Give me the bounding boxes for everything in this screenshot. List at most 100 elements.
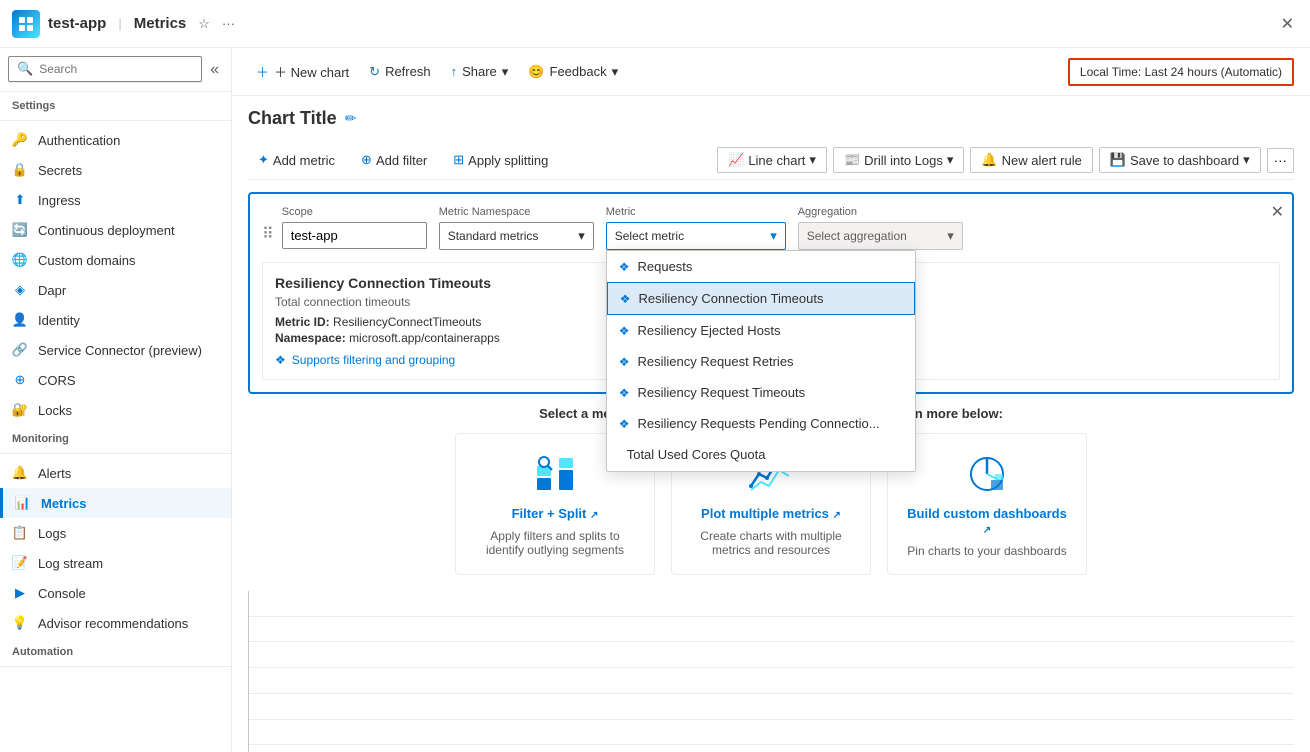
metric-option-resiliency-connection[interactable]: ❖ Resiliency Connection Timeouts <box>607 282 915 315</box>
sidebar-item-console[interactable]: ▶ Console <box>0 578 231 608</box>
sidebar-label-dapr: Dapr <box>38 283 66 298</box>
feedback-icon: 😊 <box>528 64 544 80</box>
dapr-icon: ◈ <box>12 282 28 298</box>
title-more-icon[interactable]: ··· <box>222 16 235 31</box>
edit-chart-title-icon[interactable]: ✏ <box>345 110 357 127</box>
add-metric-button[interactable]: ✦ Add metric <box>248 148 345 172</box>
sidebar-item-service-connector[interactable]: 🔗 Service Connector (preview) <box>0 335 231 365</box>
sidebar-item-custom-domains[interactable]: 🌐 Custom domains <box>0 245 231 275</box>
sidebar-item-log-stream[interactable]: 📝 Log stream <box>0 548 231 578</box>
aggregation-chevron-icon: ▾ <box>947 228 954 244</box>
namespace-label: Metric Namespace <box>439 206 594 218</box>
metric-selector-container: ⠿ Scope Metric Namespace Standard metric… <box>248 192 1294 394</box>
sidebar-label-ingress: Ingress <box>38 193 81 208</box>
chart-type-button[interactable]: 📈 Line chart ▾ <box>717 147 827 173</box>
metrics-icon: 📊 <box>15 495 31 511</box>
refresh-icon: ↻ <box>369 64 380 80</box>
sidebar-label-authentication: Authentication <box>38 133 120 148</box>
metric-opt-icon-2: ❖ <box>619 324 630 338</box>
alert-rule-icon: 🔔 <box>981 152 997 168</box>
metric-option-request-timeouts[interactable]: ❖ Resiliency Request Timeouts <box>607 377 915 408</box>
add-filter-icon: ⊕ <box>361 152 372 168</box>
add-filter-button[interactable]: ⊕ Add filter <box>351 148 437 172</box>
metric-option-ejected-hosts[interactable]: ❖ Resiliency Ejected Hosts <box>607 315 915 346</box>
search-input[interactable] <box>39 62 193 76</box>
logs-icon: 📋 <box>12 525 28 541</box>
custom-dashboards-title[interactable]: Build custom dashboards ↗ <box>904 506 1070 536</box>
filter-split-title[interactable]: Filter + Split ↗ <box>512 506 599 521</box>
metric-option-pending-connection[interactable]: ❖ Resiliency Requests Pending Connectio.… <box>607 408 915 439</box>
sidebar-item-metrics[interactable]: 📊 Metrics <box>0 488 231 518</box>
custom-dashboards-visual <box>963 450 1011 498</box>
drill-into-logs-button[interactable]: 📰 Drill into Logs ▾ <box>833 147 964 173</box>
sidebar-item-secrets[interactable]: 🔒 Secrets <box>0 155 231 185</box>
scope-input[interactable] <box>282 222 427 249</box>
sidebar-item-authentication[interactable]: 🔑 Authentication <box>0 125 231 155</box>
refresh-button[interactable]: ↻ Refresh <box>361 59 438 85</box>
save-icon: 💾 <box>1110 152 1126 168</box>
identity-icon: 👤 <box>12 312 28 328</box>
metric-dropdown-scroll[interactable]: ❖ Requests ❖ Resiliency Connection Timeo… <box>607 251 915 471</box>
search-icon: 🔍 <box>17 61 33 77</box>
multiple-metrics-title[interactable]: Plot multiple metrics ↗ <box>701 506 841 521</box>
metric-option-total-cores[interactable]: Total Used Cores Quota <box>607 439 915 470</box>
close-metric-row-button[interactable]: ✕ <box>1271 202 1284 222</box>
sidebar-item-ingress[interactable]: ⬆ Ingress <box>0 185 231 215</box>
time-range-button[interactable]: Local Time: Last 24 hours (Automatic) <box>1068 58 1294 86</box>
search-box[interactable]: 🔍 <box>8 56 202 82</box>
metric-option-used-cores[interactable]: ❖ Used Cores Quota <box>607 470 915 471</box>
title-star-icon[interactable]: ☆ <box>198 16 210 32</box>
new-chart-button[interactable]: ＋ ＋ New chart <box>248 57 357 86</box>
more-options-button[interactable]: ··· <box>1267 148 1294 173</box>
sidebar-label-service-connector: Service Connector (preview) <box>38 343 202 358</box>
sidebar-label-custom-domains: Custom domains <box>38 253 136 268</box>
sidebar-label-advisor: Advisor recommendations <box>38 616 188 631</box>
metric-dropdown-trigger[interactable]: Select metric ▾ <box>606 222 786 250</box>
metric-option-request-retries[interactable]: ❖ Resiliency Request Retries <box>607 346 915 377</box>
domains-icon: 🌐 <box>12 252 28 268</box>
aggregation-dropdown[interactable]: Select aggregation ▾ <box>798 222 963 250</box>
chart-type-chevron: ▾ <box>809 152 816 168</box>
sidebar-item-alerts[interactable]: 🔔 Alerts <box>0 458 231 488</box>
metric-id-value: ResiliencyConnectTimeouts <box>333 315 481 329</box>
close-button[interactable]: ✕ <box>1277 10 1298 38</box>
monitoring-section-title: Monitoring <box>0 425 231 449</box>
save-chevron-icon: ▾ <box>1243 152 1250 168</box>
drag-handle-icon[interactable]: ⠿ <box>262 224 274 244</box>
namespace-dropdown[interactable]: Standard metrics ▾ <box>439 222 594 250</box>
sidebar-item-dapr[interactable]: ◈ Dapr <box>0 275 231 305</box>
sidebar-item-locks[interactable]: 🔐 Locks <box>0 395 231 425</box>
sidebar-item-advisor[interactable]: 💡 Advisor recommendations <box>0 608 231 638</box>
apply-splitting-button[interactable]: ⊞ Apply splitting <box>443 148 558 172</box>
multiple-metrics-desc: Create charts with multiple metrics and … <box>688 529 854 557</box>
save-to-dashboard-button[interactable]: 💾 Save to dashboard ▾ <box>1099 147 1261 173</box>
sidebar-item-continuous-deployment[interactable]: 🔄 Continuous deployment <box>0 215 231 245</box>
metric-id-label: Metric ID: <box>275 315 330 329</box>
collapse-sidebar-icon[interactable]: « <box>206 57 223 83</box>
connector-icon: 🔗 <box>12 342 28 358</box>
feedback-button[interactable]: 😊 Feedback ▾ <box>520 59 626 85</box>
add-metric-icon: ✦ <box>258 152 269 168</box>
promo-card-custom-dashboards: Build custom dashboards ↗ Pin charts to … <box>887 433 1087 575</box>
aggregation-placeholder: Select aggregation <box>807 229 907 243</box>
sidebar-item-cors[interactable]: ⊕ CORS <box>0 365 231 395</box>
cors-icon: ⊕ <box>12 372 28 388</box>
share-icon: ↑ <box>451 64 458 79</box>
secrets-icon: 🔒 <box>12 162 28 178</box>
automation-section-title: Automation <box>0 638 231 662</box>
sidebar-label-logs: Logs <box>38 526 66 541</box>
logs-drill-icon: 📰 <box>844 152 860 168</box>
console-icon: ▶ <box>12 585 28 601</box>
share-button[interactable]: ↑ Share ▾ <box>443 59 517 85</box>
app-icon <box>12 10 40 38</box>
filter-split-ext-icon: ↗ <box>590 510 598 521</box>
chart-svg-container: 60 50 40 30 20 10 0 <box>248 591 1294 752</box>
scope-label: Scope <box>282 206 427 218</box>
metric-option-requests[interactable]: ❖ Requests <box>607 251 915 282</box>
metric-chevron-icon: ▾ <box>770 228 777 244</box>
sidebar-item-logs[interactable]: 📋 Logs <box>0 518 231 548</box>
more-icon: ··· <box>1274 153 1287 168</box>
sidebar-item-identity[interactable]: 👤 Identity <box>0 305 231 335</box>
new-alert-rule-button[interactable]: 🔔 New alert rule <box>970 147 1092 173</box>
sidebar-label-cors: CORS <box>38 373 76 388</box>
